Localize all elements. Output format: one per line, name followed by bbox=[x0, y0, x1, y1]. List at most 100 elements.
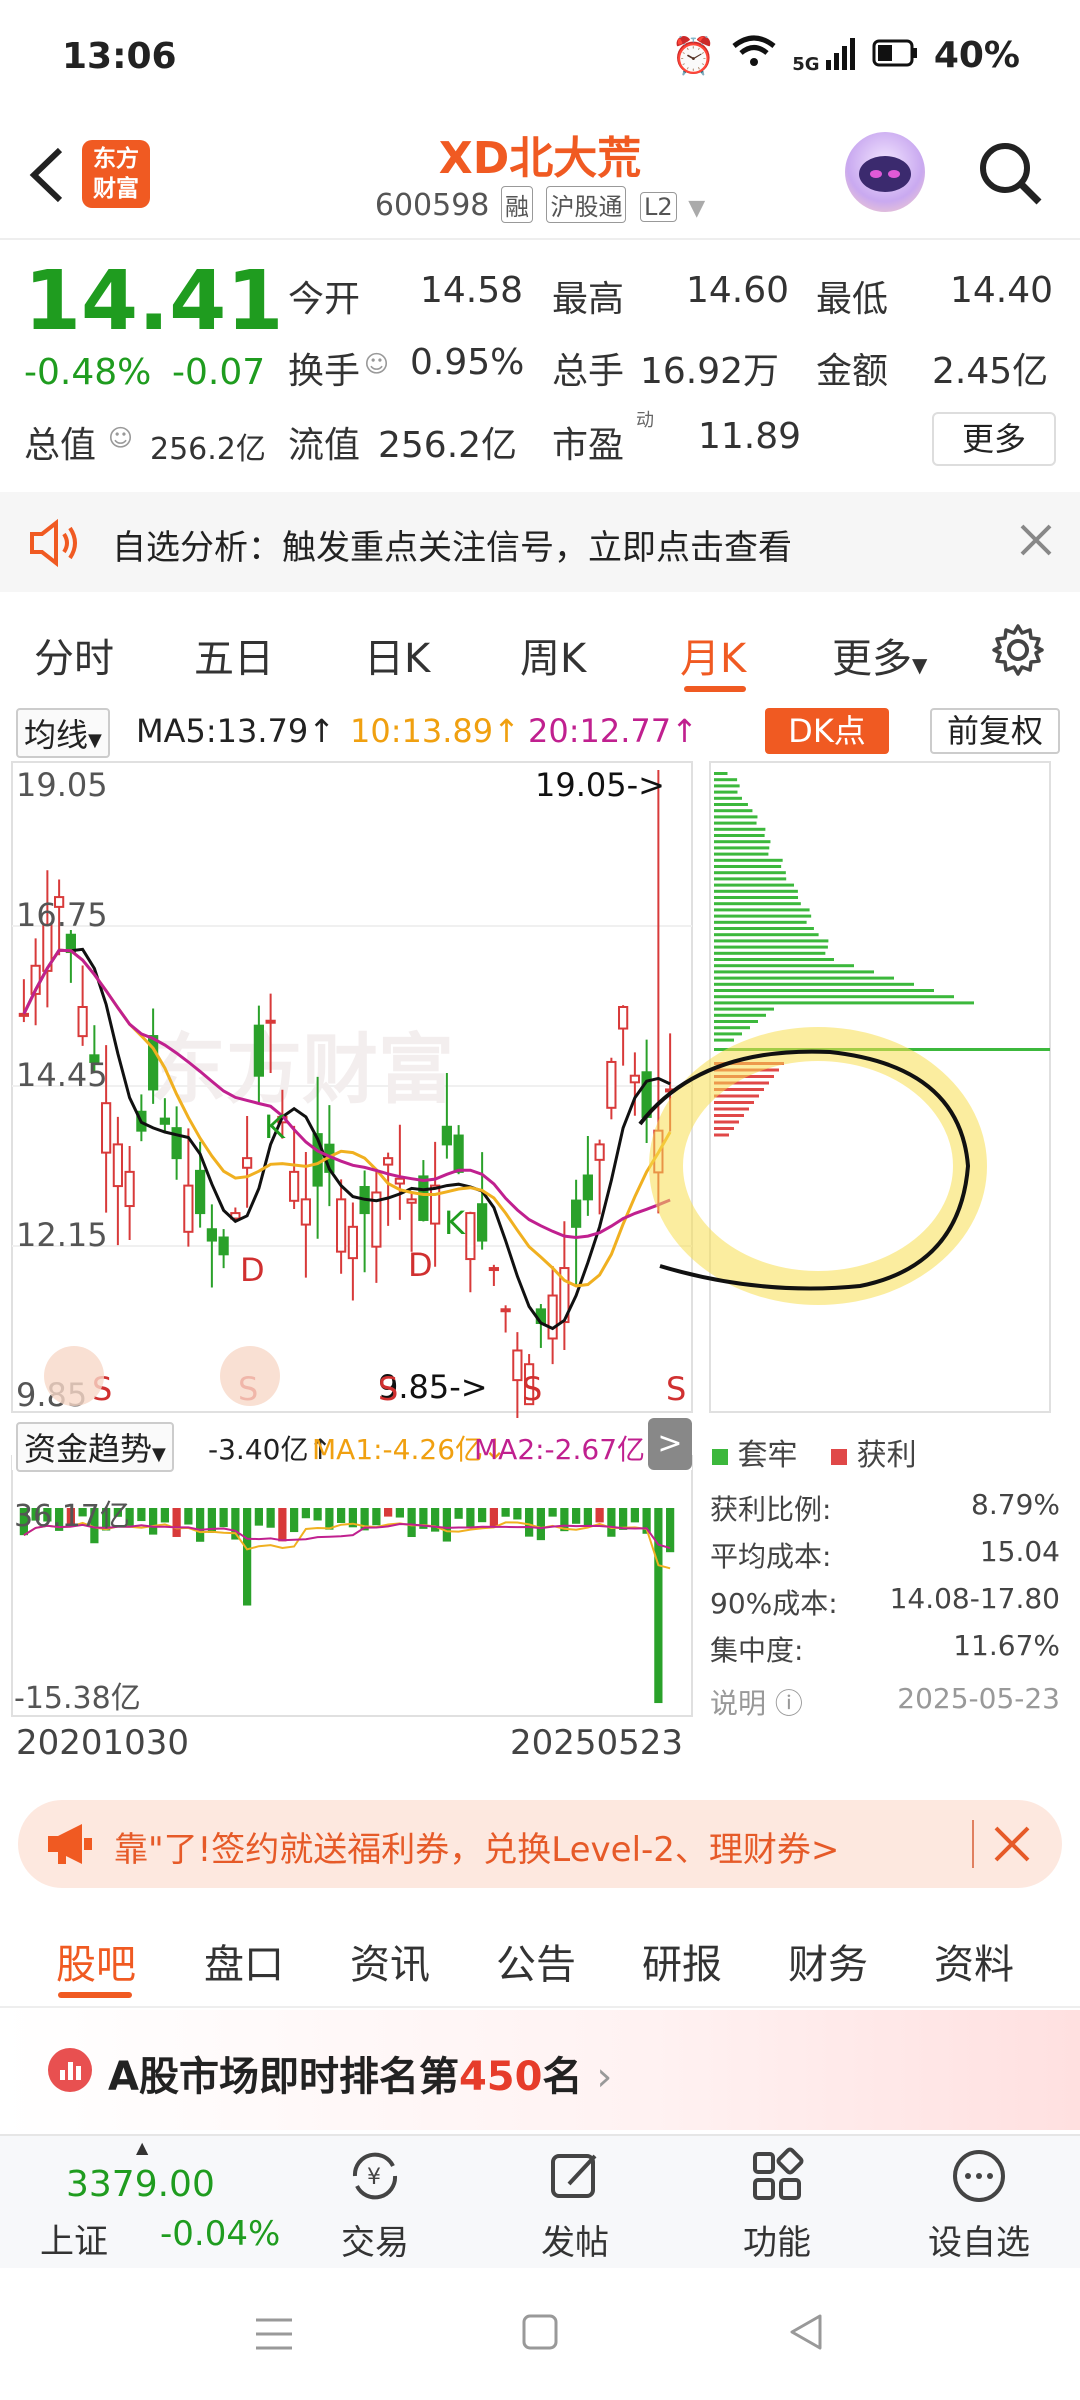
chip-bar-trapped bbox=[714, 1026, 750, 1030]
adjust-button[interactable]: 前复权 bbox=[930, 708, 1060, 754]
capital-bar bbox=[466, 1508, 475, 1528]
capital-bar bbox=[395, 1508, 404, 1518]
capital-ma2: MA2:-2.67亿↓ bbox=[474, 1433, 669, 1466]
candle-body bbox=[430, 1184, 441, 1225]
chevron-right-icon[interactable]: > bbox=[648, 1418, 692, 1470]
tab-daily-k[interactable]: 日K bbox=[364, 626, 430, 684]
chip-bar-trapped bbox=[714, 958, 834, 961]
tab-monthly-k[interactable]: 月K bbox=[680, 626, 746, 684]
menu-icon[interactable] bbox=[252, 2314, 296, 2358]
last-price: 14.41 bbox=[24, 254, 284, 349]
capital-bar bbox=[301, 1508, 310, 1519]
cost90-label: 90%成本: bbox=[710, 1587, 838, 1620]
speaker-icon bbox=[26, 518, 82, 572]
close-icon[interactable] bbox=[1016, 520, 1056, 564]
capital-bar bbox=[536, 1508, 545, 1541]
capital-bar bbox=[278, 1508, 287, 1542]
search-icon[interactable] bbox=[975, 138, 1045, 208]
tab-more[interactable]: 更多▼ bbox=[832, 626, 927, 684]
chip-bar-trapped bbox=[714, 945, 828, 949]
function-button[interactable]: 功能 bbox=[712, 2146, 842, 2264]
capital-indicator-select[interactable]: 资金趋势▼ bbox=[16, 1422, 174, 1472]
tab-pankou[interactable]: 盘口 bbox=[204, 1932, 284, 1990]
tab-announcements[interactable]: 公告 bbox=[496, 1932, 576, 1990]
tab-research[interactable]: 研报 bbox=[642, 1932, 722, 1990]
candle-body bbox=[289, 1170, 300, 1202]
chip-bar-profit bbox=[714, 1107, 749, 1111]
info-icon[interactable]: ☺ bbox=[108, 424, 133, 452]
capital-bar bbox=[160, 1508, 169, 1523]
candle-body bbox=[183, 1184, 194, 1233]
robot-assistant-icon[interactable] bbox=[845, 132, 925, 212]
ma5-value: MA5:13.79↑ bbox=[136, 712, 336, 750]
capital-bar bbox=[243, 1508, 252, 1606]
float-cap-label: 流值 bbox=[288, 425, 361, 466]
active-tab-indicator bbox=[58, 1992, 132, 1998]
promo-banner[interactable]: 靠"了!签约就送福利券，兑换Level-2、理财券> bbox=[18, 1800, 1062, 1888]
dropdown-icon: ▼ bbox=[688, 196, 706, 221]
gear-icon[interactable] bbox=[990, 622, 1046, 682]
expand-left-icon[interactable] bbox=[44, 1346, 104, 1406]
index-value[interactable]: 3379.00 bbox=[66, 2164, 215, 2205]
candle-body bbox=[500, 1308, 511, 1313]
index-name[interactable]: 上证 bbox=[40, 2214, 108, 2263]
capital-bar bbox=[489, 1508, 498, 1527]
help-text: 说明 bbox=[710, 1687, 767, 1720]
system-nav-bar bbox=[0, 2268, 1080, 2400]
dk-point-button[interactable]: DK点 bbox=[765, 708, 889, 754]
add-watchlist-button[interactable]: 设自选 bbox=[914, 2146, 1044, 2264]
candle-body bbox=[336, 1198, 347, 1253]
tab-guba[interactable]: 股吧 bbox=[56, 1932, 136, 1990]
chip-bar-trapped bbox=[714, 964, 854, 968]
tab-profile[interactable]: 资料 bbox=[934, 1932, 1014, 1990]
level2-tag: L2 bbox=[640, 192, 677, 222]
chip-bar-trapped bbox=[714, 803, 748, 806]
svg-text:¥: ¥ bbox=[367, 2165, 381, 2190]
candle-body bbox=[218, 1236, 229, 1256]
chip-bar-trapped bbox=[714, 871, 786, 875]
indicator-select[interactable]: 均线▼ bbox=[16, 708, 110, 758]
ma10-value: 10:13.89↑ bbox=[350, 712, 520, 750]
price-tick: 12.15 bbox=[16, 1216, 108, 1254]
tab-five-day[interactable]: 五日 bbox=[194, 626, 274, 684]
trade-button[interactable]: ¥ 交易 bbox=[310, 2146, 440, 2264]
chip-bar-trapped bbox=[714, 970, 874, 974]
close-icon[interactable] bbox=[990, 1822, 1034, 1870]
capital-bar bbox=[513, 1508, 522, 1520]
capital-bar bbox=[219, 1508, 228, 1528]
megaphone-icon bbox=[44, 1820, 94, 1872]
info-icon[interactable]: ☺ bbox=[364, 350, 389, 378]
signal-notice[interactable]: 自选分析：触发重点关注信号，立即点击查看 bbox=[0, 492, 1080, 592]
tab-finance[interactable]: 财务 bbox=[788, 1932, 868, 1990]
capital-bar bbox=[266, 1508, 275, 1528]
candle-body bbox=[618, 1006, 629, 1030]
tab-weekly-k[interactable]: 周K bbox=[520, 626, 586, 684]
tab-news[interactable]: 资讯 bbox=[350, 1932, 430, 1990]
back-nav-icon[interactable] bbox=[786, 2312, 826, 2356]
capital-bar bbox=[372, 1508, 381, 1526]
tab-intraday[interactable]: 分时 bbox=[34, 626, 114, 684]
chip-bar-trapped bbox=[714, 1007, 774, 1011]
home-icon[interactable] bbox=[520, 2312, 560, 2356]
index-change[interactable]: -0.04% bbox=[160, 2214, 280, 2254]
pe-value: 11.89 bbox=[698, 416, 802, 457]
post-button[interactable]: 发帖 bbox=[510, 2146, 640, 2264]
high-marker: 19.05-> bbox=[535, 766, 665, 804]
candle-body bbox=[594, 1143, 605, 1161]
alarm-icon: ⏰ bbox=[671, 35, 717, 77]
chip-bar-trapped bbox=[714, 908, 810, 912]
capital-bar bbox=[501, 1508, 510, 1517]
change-value: -0.07 bbox=[172, 352, 266, 393]
candle-body bbox=[629, 1074, 640, 1084]
help-link[interactable]: 说明 ⓘ bbox=[710, 1682, 803, 1729]
candle-body bbox=[195, 1169, 206, 1215]
chip-bar-trapped bbox=[714, 927, 814, 930]
dropdown-icon: ▼ bbox=[912, 653, 928, 677]
chip-bar-trapped bbox=[714, 1038, 734, 1042]
chip-bar-profit bbox=[714, 1120, 739, 1124]
market-rank[interactable]: A股市场即时排名第450名 › bbox=[0, 2010, 1080, 2130]
chip-bar-trapped bbox=[714, 951, 826, 955]
divider bbox=[972, 1820, 974, 1868]
collapse-icon[interactable] bbox=[220, 1346, 280, 1406]
more-quote-button[interactable]: 更多 bbox=[932, 412, 1056, 466]
